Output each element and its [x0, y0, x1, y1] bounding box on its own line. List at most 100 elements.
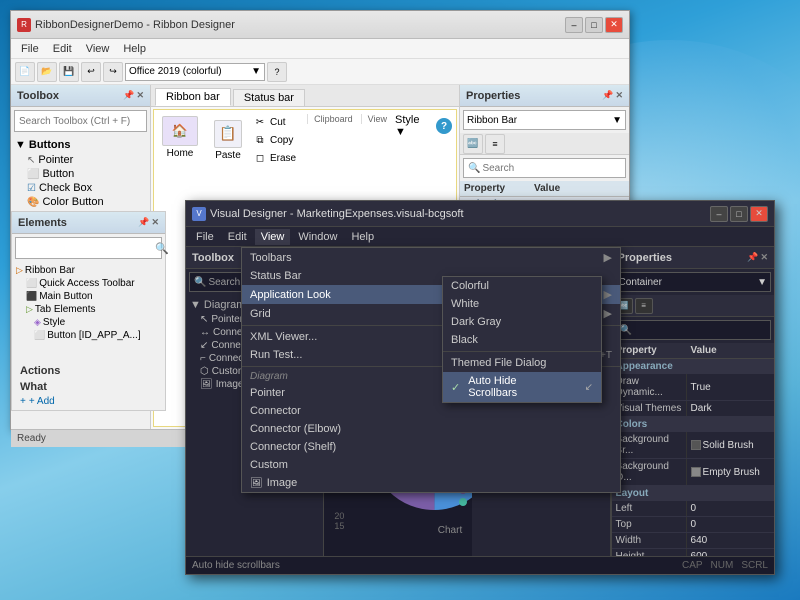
ribbon-paste-button[interactable]: 📋 Paste [210, 118, 246, 163]
prop-combo-arrow: ▼ [612, 115, 622, 126]
vd-search-icon: 🔍 [194, 277, 206, 288]
vd-menu-help[interactable]: Help [345, 229, 380, 245]
help-button[interactable]: ? [267, 62, 287, 82]
toolbox-item-button[interactable]: ⬜ Button [15, 167, 146, 181]
elements-pin-icon[interactable]: 📌 [138, 217, 149, 228]
toolbox-buttons-header[interactable]: ▼ Buttons [15, 137, 146, 153]
vd-maximize-button[interactable]: □ [730, 206, 748, 222]
paste-label: Paste [215, 150, 241, 161]
menu-help[interactable]: Help [117, 41, 152, 57]
elements-close-icon[interactable]: ✕ [151, 217, 159, 228]
dropdown-diag-custom[interactable]: Custom [242, 456, 620, 474]
prop-alpha-sort-button[interactable]: 🔤 [463, 134, 483, 154]
submenu-themed-file[interactable]: Themed File Dialog [443, 354, 601, 372]
ribbon-bar-tab[interactable]: Ribbon bar [155, 88, 231, 106]
submenu-black[interactable]: Black [443, 331, 601, 349]
vd-prop-combo-arrow: ▼ [757, 277, 767, 288]
elem-quick-access[interactable]: ⬜ Quick Access Toolbar [16, 277, 161, 290]
close-button[interactable]: ✕ [605, 17, 623, 33]
vd-properties-table: Property Value Appearance Draw Dynamic..… [612, 343, 774, 556]
dropdown-diag-connector[interactable]: Connector [242, 402, 620, 420]
office-theme-combo[interactable]: Office 2019 (colorful) ▼ [125, 63, 265, 81]
vd-prop-sort-cat[interactable]: ≡ [635, 298, 653, 314]
y-axis-15: 15 [334, 521, 344, 531]
eraser-icon: ◻ [253, 151, 267, 165]
redo-button[interactable]: ↪ [103, 62, 123, 82]
toolbox-search-box[interactable]: 🔍 [14, 110, 147, 132]
properties-search[interactable]: 🔍 [463, 158, 626, 178]
toolbox-pin-icon[interactable]: 📌 [123, 90, 134, 101]
save-button[interactable]: 💾 [59, 62, 79, 82]
vd-properties-panel: Properties 📌 ✕ Container ▼ 🔤 ≡ 🔍 Pr [611, 247, 774, 556]
maximize-button[interactable]: □ [585, 17, 603, 33]
minimize-button[interactable]: – [565, 17, 583, 33]
erase-button[interactable]: ◻ Erase [250, 150, 299, 166]
vd-properties-search[interactable]: 🔍 [615, 320, 771, 340]
undo-button[interactable]: ↩ [81, 62, 101, 82]
vd-prop-search-input[interactable] [634, 325, 766, 336]
vd-properties-combo[interactable]: Container ▼ [615, 272, 771, 292]
toolbox-item-checkbox[interactable]: ☑ Check Box [15, 181, 146, 195]
vd-minimize-button[interactable]: – [710, 206, 728, 222]
elem-style[interactable]: ◈ Style [16, 316, 161, 329]
prop-col-property: Property [460, 181, 530, 196]
help-icon[interactable]: ? [436, 118, 452, 134]
properties-pin-icon[interactable]: 📌 [602, 90, 613, 101]
elem-ribbon-bar[interactable]: ▷ Ribbon Bar [16, 264, 161, 277]
vd-menu-window[interactable]: Window [292, 229, 343, 245]
add-action-button[interactable]: + + Add [16, 395, 161, 408]
elem-button-id[interactable]: ⬜ Button [ID_APP_A...] [16, 329, 161, 342]
new-button[interactable]: 📄 [15, 62, 35, 82]
vd-prop-top: Top 0 [612, 517, 774, 533]
dropdown-diag-conn-elbow[interactable]: Connector (Elbow) [242, 420, 620, 438]
style-label: Style ▼ [395, 114, 433, 138]
quick-access-icon: ⬜ [26, 278, 37, 289]
app-look-submenu: Colorful White Dark Gray Black Themed Fi… [442, 276, 602, 403]
elem-main-button[interactable]: ⬛ Main Button [16, 290, 161, 303]
vd-props-pin[interactable]: 📌 [747, 252, 758, 263]
submenu-dark-gray[interactable]: Dark Gray [443, 313, 601, 331]
copy-button[interactable]: ⧉ Copy [250, 132, 299, 148]
menu-view[interactable]: View [80, 41, 116, 57]
properties-search-input[interactable] [482, 163, 621, 174]
dropdown-toolbars[interactable]: Toolbars ▶ [242, 248, 620, 267]
elements-search-input[interactable] [20, 243, 152, 254]
dropdown-diag-conn-shelf[interactable]: Connector (Shelf) [242, 438, 620, 456]
what-label: What [16, 379, 161, 395]
submenu-white[interactable]: White [443, 295, 601, 313]
menu-file[interactable]: File [15, 41, 45, 57]
main-titlebar: R RibbonDesignerDemo - Ribbon Designer –… [11, 11, 629, 39]
menu-edit[interactable]: Edit [47, 41, 78, 57]
style-icon: ◈ [34, 317, 41, 328]
toolbox-item-color-button[interactable]: 🎨 Color Button [15, 195, 146, 209]
toolbox-item-pointer[interactable]: ↖ Pointer [15, 153, 146, 167]
elem-tab-elements[interactable]: ▷ Tab Elements [16, 303, 161, 316]
add-icon: + [20, 396, 26, 407]
properties-close-icon[interactable]: ✕ [615, 90, 623, 101]
submenu-auto-hide[interactable]: Auto Hide Scrollbars ↙ [443, 372, 601, 402]
elements-search[interactable]: 🔍 [15, 237, 162, 259]
properties-object-combo[interactable]: Ribbon Bar ▼ [463, 110, 626, 130]
vd-close-button[interactable]: ✕ [750, 206, 768, 222]
vd-menu-file[interactable]: File [190, 229, 220, 245]
dropdown-diag-image[interactable]: 🖼 Image [242, 474, 620, 492]
expand-icon: ▼ [15, 139, 26, 151]
prop-category-sort-button[interactable]: ≡ [485, 134, 505, 154]
cut-button[interactable]: ✂ Cut [250, 114, 299, 130]
vd-prop-header: Property Value [612, 343, 774, 359]
toolbox-search-input[interactable] [19, 116, 151, 127]
vd-menu-view[interactable]: View [255, 229, 291, 245]
toolbox-close-icon[interactable]: ✕ [136, 90, 144, 101]
ribbon-home-button[interactable]: 🏠 Home [158, 114, 202, 161]
submenu-colorful[interactable]: Colorful [443, 277, 601, 295]
toolbox-header: Toolbox 📌 ✕ [11, 85, 150, 107]
vd-prop-left: Left 0 [612, 501, 774, 517]
vd-props-close[interactable]: ✕ [760, 252, 768, 263]
open-button[interactable]: 📂 [37, 62, 57, 82]
status-bar-tab[interactable]: Status bar [233, 89, 305, 106]
vd-menu-edit[interactable]: Edit [222, 229, 253, 245]
prop-col-value: Value [530, 181, 564, 196]
elements-title: Elements [18, 217, 67, 229]
vd-prop-bg-brush: Background Br... Solid Brush [612, 432, 774, 459]
cap-indicator: CAP [682, 560, 703, 571]
